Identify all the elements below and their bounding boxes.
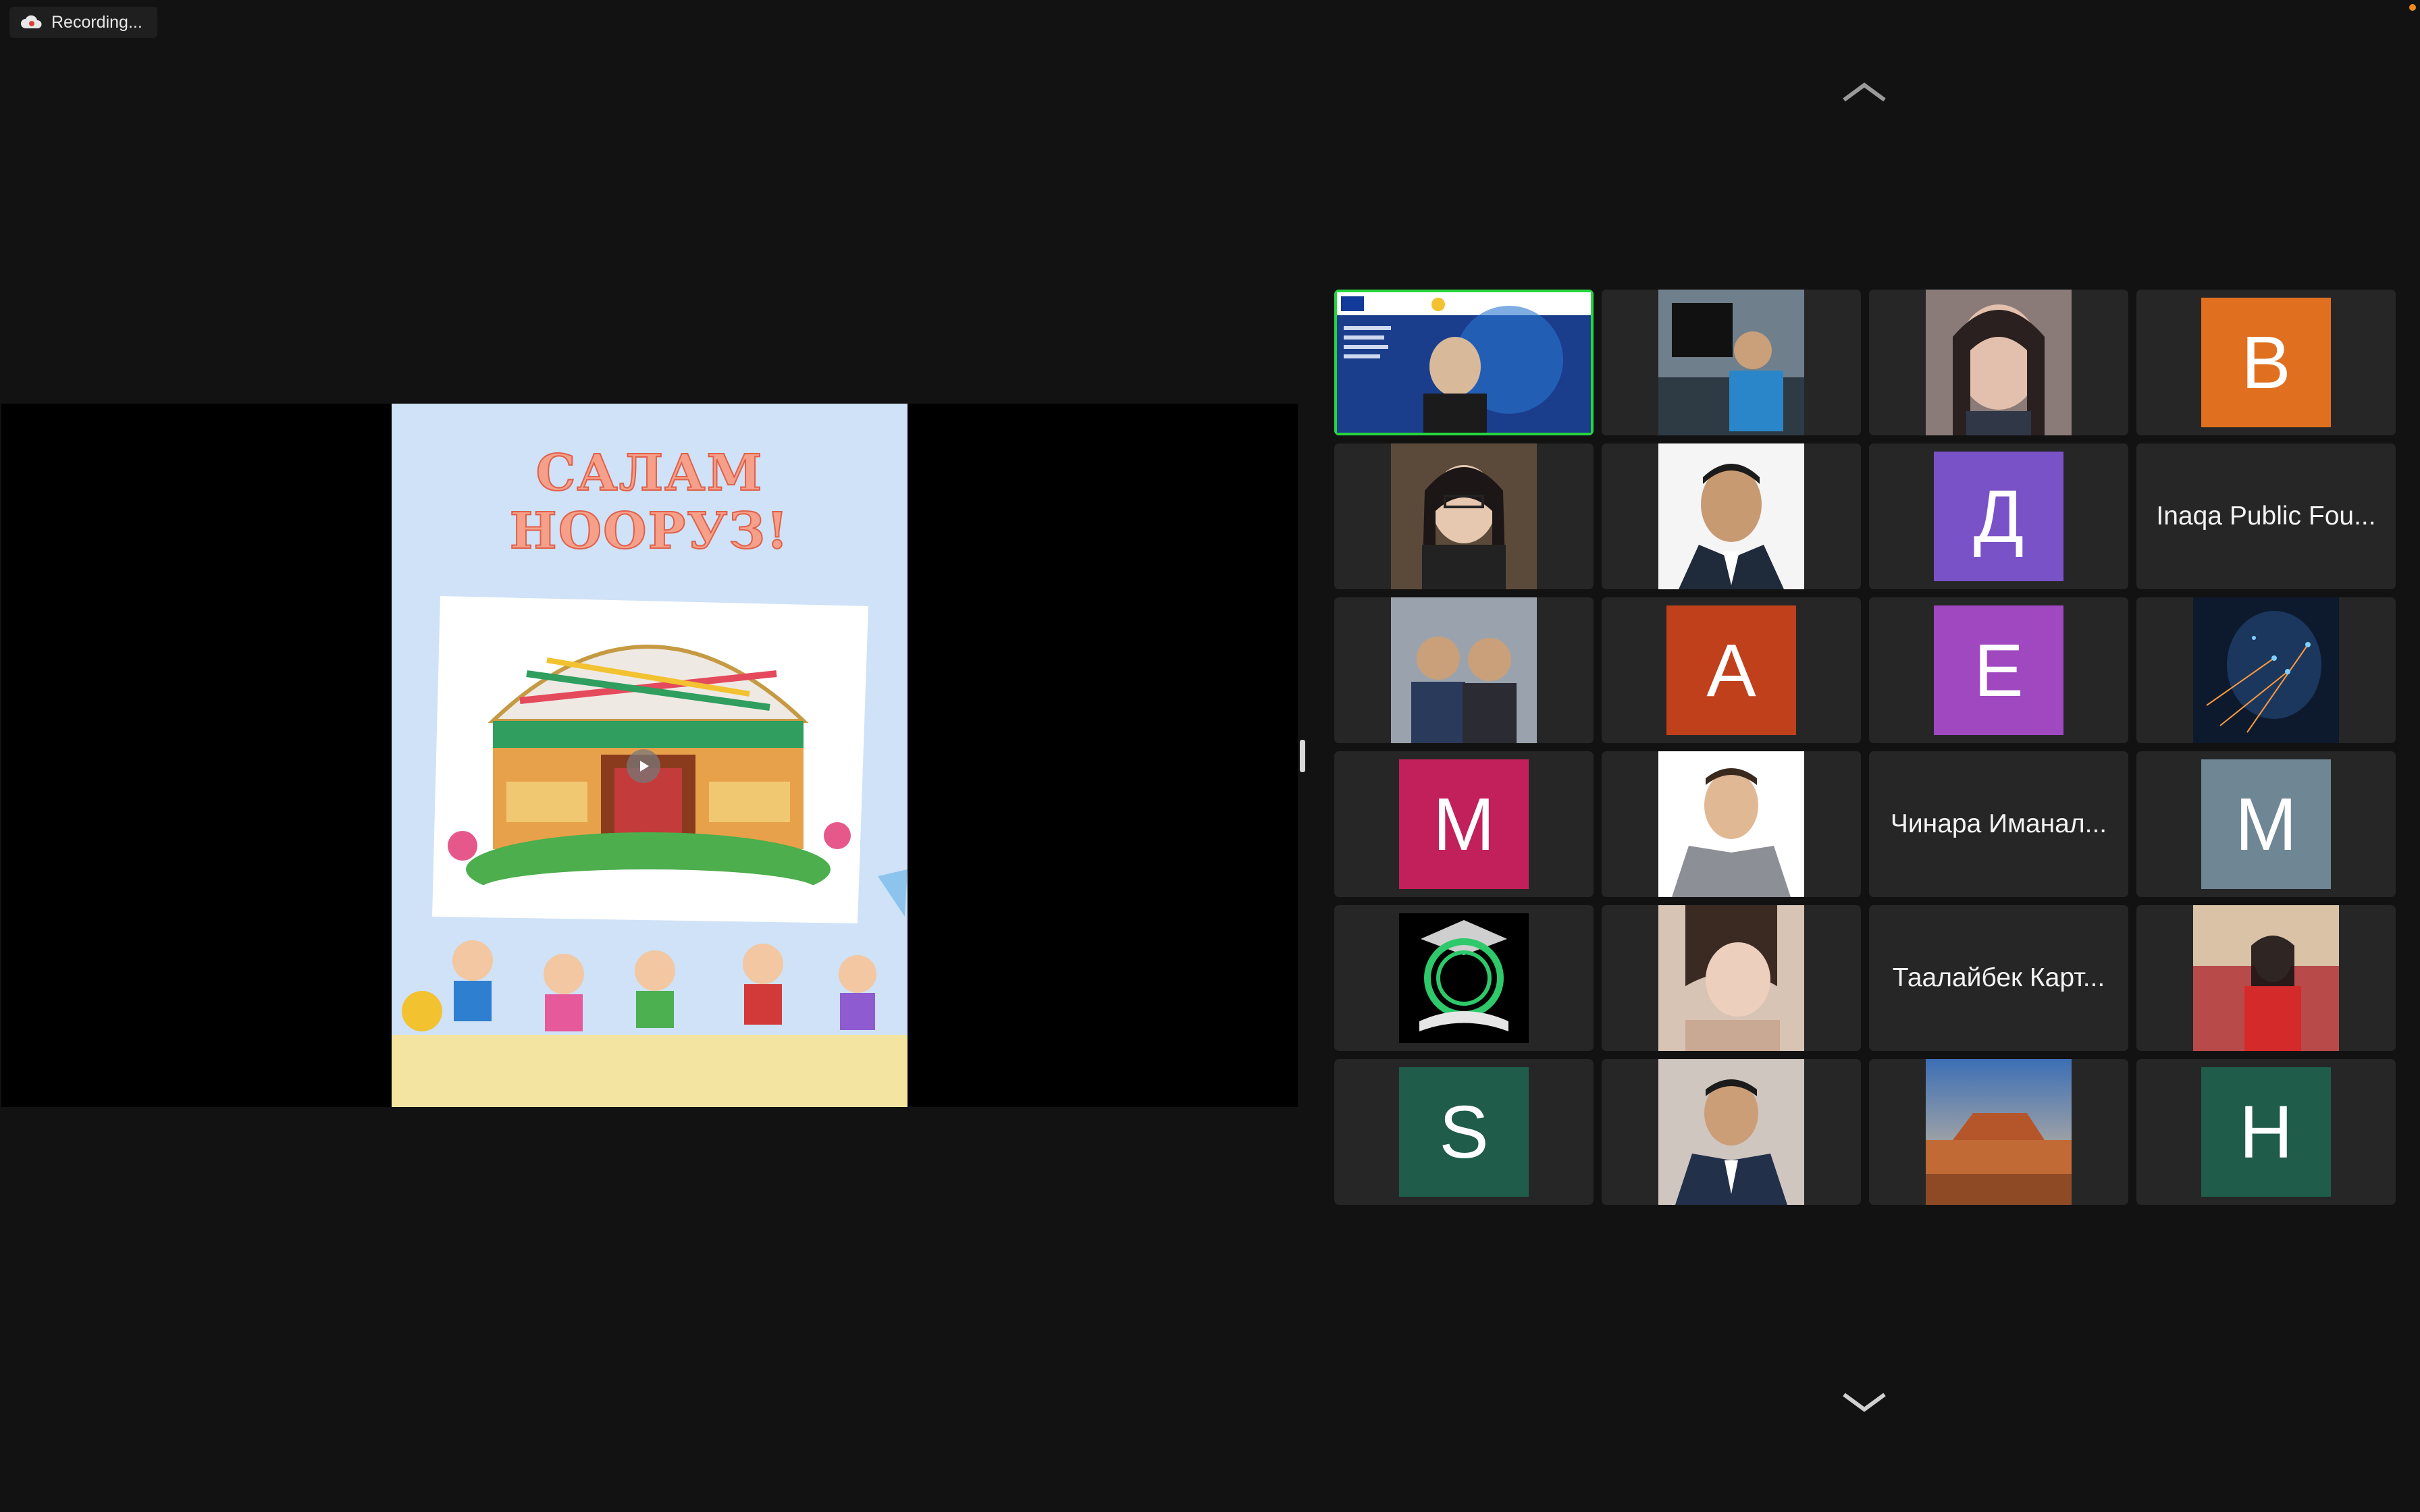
participant-photo bbox=[1926, 290, 2072, 435]
participant-avatar: M bbox=[1399, 759, 1529, 889]
play-button[interactable] bbox=[627, 749, 660, 783]
participant-avatar: M bbox=[2201, 759, 2331, 889]
participant-avatar: B bbox=[2201, 298, 2331, 427]
shared-screen[interactable]: САЛАМ НООРУЗ! bbox=[1, 404, 1298, 1107]
participant-tile[interactable]: M bbox=[2136, 751, 2396, 897]
participant-tile[interactable]: A bbox=[1602, 597, 1861, 743]
participant-tile[interactable] bbox=[1334, 443, 1594, 589]
chevron-up-icon[interactable] bbox=[1840, 80, 1889, 104]
participant-tile[interactable] bbox=[2136, 597, 2396, 743]
participant-photo bbox=[1658, 1059, 1804, 1205]
participant-tile[interactable]: S bbox=[1334, 1059, 1594, 1205]
npo-kg-logo bbox=[1399, 913, 1529, 1043]
play-icon bbox=[640, 761, 649, 772]
participant-photo bbox=[1391, 597, 1537, 743]
participant-tile[interactable] bbox=[2136, 905, 2396, 1051]
participant-name: Inaqa Public Fou... bbox=[2156, 502, 2376, 531]
participant-photo bbox=[1391, 443, 1537, 589]
npo-kg-logo-icon bbox=[1399, 913, 1529, 1043]
participant-tile[interactable]: Д bbox=[1869, 443, 2128, 589]
participant-photo bbox=[2193, 597, 2339, 743]
participant-photo bbox=[1658, 751, 1804, 897]
recording-indicator[interactable]: Recording... bbox=[9, 7, 157, 38]
participant-tile[interactable]: H bbox=[2136, 1059, 2396, 1205]
participant-tile[interactable] bbox=[1602, 1059, 1861, 1205]
participant-tile[interactable]: Inaqa Public Fou... bbox=[2136, 443, 2396, 589]
participant-photo bbox=[1926, 1059, 2072, 1205]
participant-photo bbox=[1658, 443, 1804, 589]
cloud-record-icon bbox=[21, 15, 42, 28]
participant-avatar: E bbox=[1934, 605, 2063, 735]
splitter-handle[interactable] bbox=[1300, 740, 1305, 772]
participant-photo bbox=[1658, 905, 1804, 1051]
participant-name: Таалайбек Карт... bbox=[1892, 963, 2105, 992]
participant-tile[interactable]: Таалайбек Карт... bbox=[1869, 905, 2128, 1051]
participant-tile[interactable] bbox=[1869, 1059, 2128, 1205]
participant-tile[interactable]: M bbox=[1334, 751, 1594, 897]
participant-tile[interactable] bbox=[1602, 905, 1861, 1051]
participant-avatar: H bbox=[2201, 1067, 2331, 1197]
recording-dot bbox=[2409, 4, 2416, 11]
participant-tile[interactable] bbox=[1602, 290, 1861, 435]
participant-tile[interactable]: Чинара Иманал... bbox=[1869, 751, 2128, 897]
participant-tile[interactable] bbox=[1602, 443, 1861, 589]
participant-gallery: B Д Inaqa Public Fou... A E M Чинара Има… bbox=[1334, 290, 2396, 1205]
participant-tile[interactable] bbox=[1334, 905, 1594, 1051]
participant-tile[interactable] bbox=[1334, 597, 1594, 743]
participant-avatar: A bbox=[1666, 605, 1796, 735]
participant-video bbox=[1337, 292, 1591, 433]
participant-photo bbox=[1658, 290, 1804, 435]
participant-tile[interactable]: B bbox=[2136, 290, 2396, 435]
chevron-down-icon[interactable] bbox=[1840, 1390, 1889, 1415]
participant-avatar: Д bbox=[1934, 452, 2063, 581]
participant-photo bbox=[2193, 905, 2339, 1051]
participant-tile[interactable] bbox=[1602, 751, 1861, 897]
participant-name: Чинара Иманал... bbox=[1890, 809, 2107, 838]
participant-tile-active-speaker[interactable] bbox=[1334, 290, 1594, 435]
participant-avatar: S bbox=[1399, 1067, 1529, 1197]
participant-tile[interactable]: E bbox=[1869, 597, 2128, 743]
recording-label: Recording... bbox=[51, 12, 142, 32]
shared-poster: САЛАМ НООРУЗ! bbox=[392, 404, 908, 1107]
participant-tile[interactable] bbox=[1869, 290, 2128, 435]
